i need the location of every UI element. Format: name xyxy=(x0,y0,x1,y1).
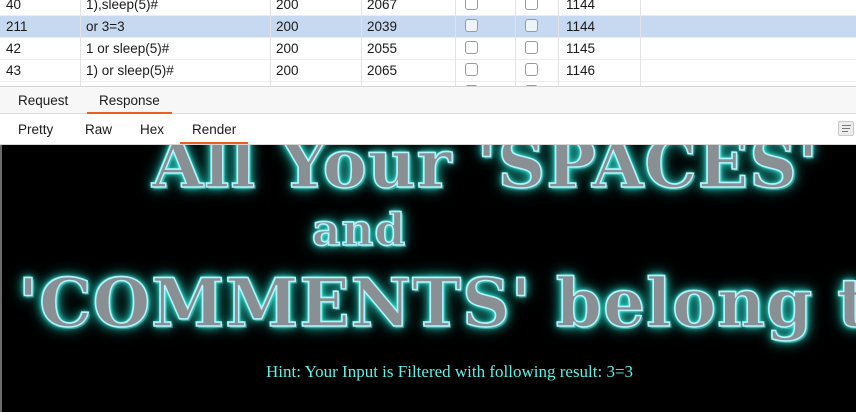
column-divider xyxy=(80,0,81,86)
comment-cell: 1144 xyxy=(566,19,596,34)
tab-hex[interactable]: Hex xyxy=(128,114,176,144)
rendered-response: All Your 'SPACES' and 'COMMENTS' belong … xyxy=(0,145,856,412)
request-number-cell: 40 xyxy=(6,0,22,12)
table-row[interactable]: 42 1 or sleep(5)# 200 2055 1145 xyxy=(0,38,856,60)
response-view-tabs: Pretty Raw Hex Render xyxy=(0,114,856,145)
table-row[interactable]: 43 1) or sleep(5)# 200 2065 1146 xyxy=(0,60,856,82)
timeout-checkbox-cell xyxy=(525,38,538,59)
tab-raw[interactable]: Raw xyxy=(73,114,124,144)
tab-render[interactable]: Render xyxy=(180,114,249,144)
timeout-checkbox-cell xyxy=(525,0,538,15)
banner-line-2: and xyxy=(311,205,407,256)
payload-cell: 1),sleep(5)# xyxy=(86,0,159,12)
column-divider xyxy=(515,0,516,86)
timeout-checkbox[interactable] xyxy=(525,0,538,10)
comment-cell: 1144 xyxy=(566,0,596,12)
payload-cell: 1) or sleep(5)# xyxy=(86,63,174,78)
message-tabs: Request Response xyxy=(0,86,856,114)
length-cell: 2065 xyxy=(367,63,398,78)
table-row[interactable]: 40 1),sleep(5)# 200 2067 1144 xyxy=(0,0,856,16)
length-cell: 2039 xyxy=(367,19,398,34)
error-checkbox[interactable] xyxy=(465,0,478,10)
timeout-checkbox-cell xyxy=(525,60,538,81)
request-number-cell: 42 xyxy=(6,41,22,56)
error-checkbox[interactable] xyxy=(465,19,478,32)
intruder-results-table: 40 1),sleep(5)# 200 2067 1144 211 or 3=3 200 203… xyxy=(0,0,856,86)
render-left-border xyxy=(0,145,2,412)
results-rows: 40 1),sleep(5)# 200 2067 1144 211 or 3=3 200 203… xyxy=(0,0,856,86)
banner-line-3: 'COMMENTS' belong to us xyxy=(17,264,856,342)
status-code-cell: 200 xyxy=(276,63,299,78)
error-checkbox[interactable] xyxy=(465,41,478,54)
column-divider xyxy=(640,0,641,86)
text-wrap-icon[interactable] xyxy=(838,121,854,136)
timeout-checkbox[interactable] xyxy=(525,41,538,54)
column-divider xyxy=(270,0,271,86)
tab-pretty[interactable]: Pretty xyxy=(6,114,65,144)
payload-cell: 1 or sleep(5)# xyxy=(86,41,170,56)
timeout-checkbox[interactable] xyxy=(525,19,538,32)
error-checkbox[interactable] xyxy=(465,63,478,76)
column-divider xyxy=(361,0,362,86)
status-code-cell: 200 xyxy=(276,0,299,12)
timeout-checkbox[interactable] xyxy=(525,63,538,76)
comment-cell: 1145 xyxy=(566,41,596,56)
error-checkbox-cell xyxy=(465,38,478,59)
timeout-checkbox-cell xyxy=(525,16,538,37)
filter-hint: Hint: Your Input is Filtered with follow… xyxy=(266,362,634,381)
error-checkbox-cell xyxy=(465,16,478,37)
banner-line-1: All Your 'SPACES' xyxy=(151,145,820,203)
tab-request[interactable]: Request xyxy=(6,87,80,114)
table-row[interactable]: 211 or 3=3 200 2039 1144 xyxy=(0,16,856,38)
error-checkbox-cell xyxy=(465,0,478,15)
column-divider xyxy=(558,0,559,86)
payload-cell: or 3=3 xyxy=(86,19,125,34)
comment-cell: 1146 xyxy=(566,63,596,78)
length-cell: 2067 xyxy=(367,0,398,12)
error-checkbox-cell xyxy=(465,60,478,81)
length-cell: 2055 xyxy=(367,41,398,56)
request-number-cell: 43 xyxy=(6,63,22,78)
request-number-cell: 211 xyxy=(6,19,28,34)
status-code-cell: 200 xyxy=(276,19,299,34)
status-code-cell: 200 xyxy=(276,41,299,56)
tab-response[interactable]: Response xyxy=(87,87,172,114)
column-divider xyxy=(455,0,456,86)
